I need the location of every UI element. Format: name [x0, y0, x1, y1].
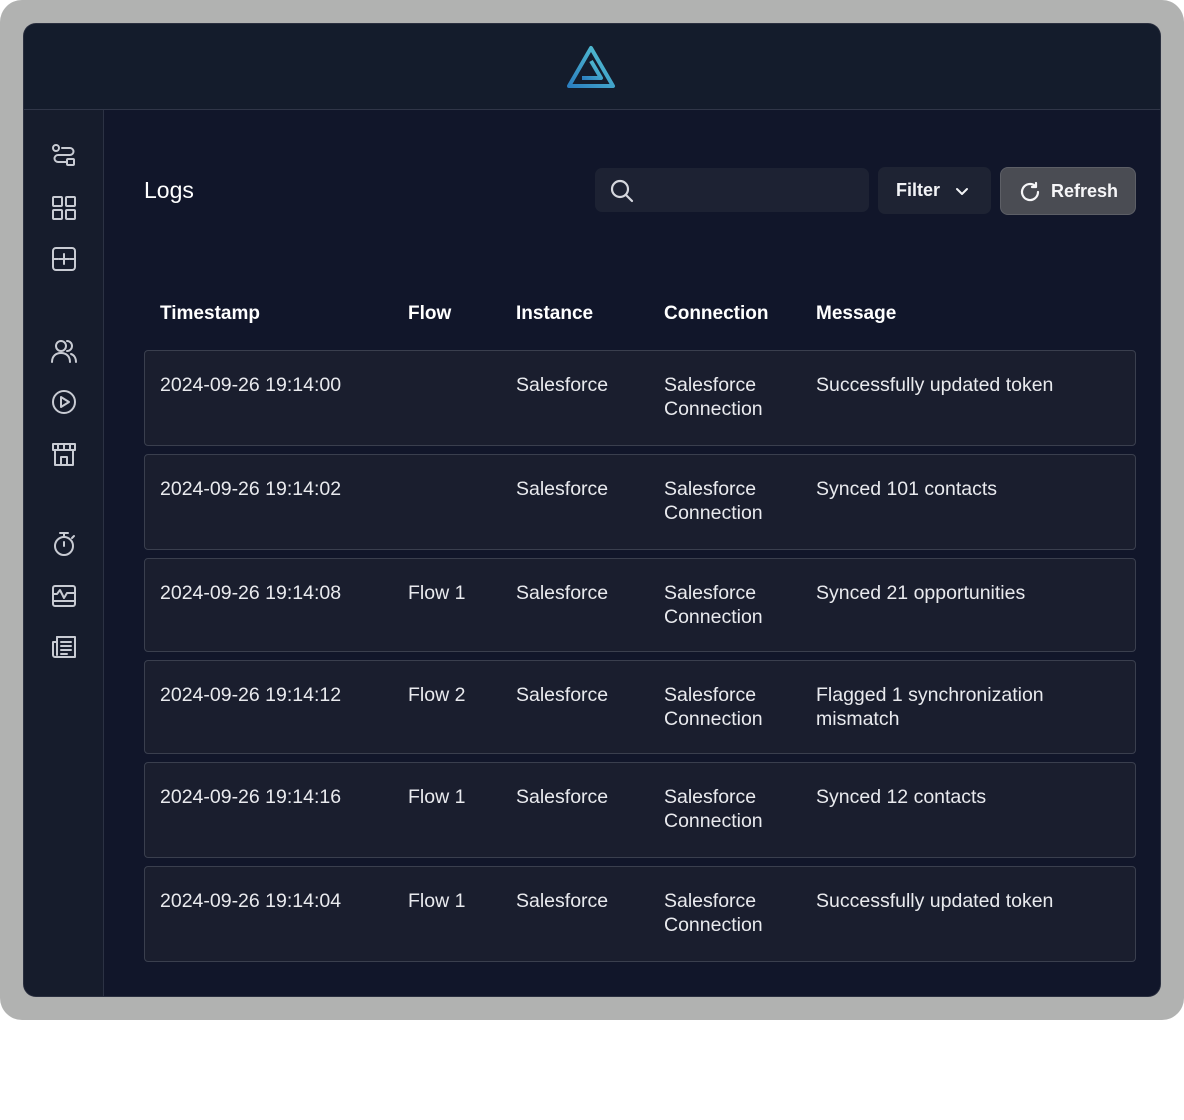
app-window: Logs Filter Refresh Timestamp Flow Insta…	[24, 24, 1160, 996]
cell-connection: Salesforce Connection	[664, 581, 763, 629]
column-header-connection[interactable]: Connection	[664, 303, 769, 325]
refresh-icon	[1020, 181, 1040, 202]
cell-flow: Flow 2	[408, 684, 466, 706]
cell-message: Successfully updated token	[816, 373, 1053, 397]
cell-connection-line: Connection	[664, 708, 763, 730]
cell-message-line: mismatch	[816, 708, 900, 730]
device-frame: Logs Filter Refresh Timestamp Flow Insta…	[0, 0, 1184, 1020]
cell-message-line: Synced 101 contacts	[816, 478, 998, 500]
page-title: Logs	[144, 177, 194, 203]
cell-connection-line: Connection	[664, 810, 763, 832]
sidebar-item-integrations[interactable]	[49, 244, 79, 274]
cell-message-line: Synced 21 opportunities	[816, 582, 1026, 604]
stopwatch-icon	[54, 532, 75, 556]
cell-message-line: Flagged 1 synchronization	[816, 684, 1044, 706]
cell-connection-line: Connection	[664, 914, 763, 936]
cell-connection-line: Connection	[664, 502, 763, 524]
column-header-instance[interactable]: Instance	[516, 303, 593, 325]
cell-message-line: Successfully updated token	[816, 374, 1054, 396]
sidebar-item-marketplace[interactable]	[49, 439, 79, 469]
table-row[interactable]: 2024-09-26 19:14:16 Flow 1 Salesforce Sa…	[144, 762, 1136, 858]
cell-timestamp: 2024-09-26 19:14:02	[160, 478, 342, 500]
cell-flow: Flow 1	[408, 786, 466, 808]
cell-flow: Flow 1	[408, 582, 466, 604]
sidebar-item-dashboard[interactable]	[49, 193, 79, 223]
cell-connection-line: Salesforce	[664, 786, 757, 808]
refresh-label: Refresh	[1051, 181, 1119, 201]
refresh-button[interactable]: Refresh	[1000, 167, 1136, 215]
cell-connection: Salesforce Connection	[664, 373, 763, 421]
add-integration-icon	[52, 247, 76, 271]
cell-connection: Salesforce Connection	[664, 683, 763, 731]
customers-icon	[51, 340, 77, 363]
filter-dropdown-button[interactable]: Filter	[878, 167, 991, 214]
flows-icon	[52, 144, 75, 166]
cell-message-line: Successfully updated token	[816, 890, 1054, 912]
logs-newspaper-icon	[52, 636, 76, 658]
sidebar-item-flows[interactable]	[49, 141, 79, 171]
column-header-message[interactable]: Message	[816, 303, 896, 325]
cell-instance: Salesforce	[516, 374, 609, 396]
column-header-flow[interactable]: Flow	[408, 303, 451, 325]
search-box[interactable]	[595, 168, 869, 214]
cell-timestamp: 2024-09-26 19:14:04	[160, 890, 342, 912]
cell-connection: Salesforce Connection	[664, 889, 763, 937]
main-content: Logs Filter Refresh Timestamp Flow Insta…	[104, 110, 1160, 996]
cell-message: Successfully updated token	[816, 889, 1053, 913]
column-header-timestamp[interactable]: Timestamp	[160, 303, 260, 325]
cell-instance: Salesforce	[516, 478, 609, 500]
cell-instance: Salesforce	[516, 582, 609, 604]
sidebar-item-scheduling[interactable]	[49, 529, 79, 559]
dashboard-grid-icon	[52, 196, 76, 220]
sidebar-item-monitoring[interactable]	[49, 581, 79, 611]
top-bar	[24, 24, 1160, 110]
cell-instance: Salesforce	[516, 890, 609, 912]
sidebar-item-logs[interactable]	[49, 632, 79, 662]
sidebar-item-customers[interactable]	[49, 336, 79, 366]
cell-connection-line: Salesforce	[664, 890, 757, 912]
cell-connection-line: Salesforce	[664, 582, 757, 604]
play-circle-icon	[52, 390, 76, 414]
cell-connection: Salesforce Connection	[664, 477, 763, 525]
monitoring-chart-icon	[52, 585, 76, 607]
cell-connection-line: Salesforce	[664, 478, 757, 500]
sidebar-item-executions[interactable]	[49, 387, 79, 417]
cell-connection-line: Salesforce	[664, 374, 757, 396]
cell-timestamp: 2024-09-26 19:14:08	[160, 582, 342, 604]
cell-connection-line: Salesforce	[664, 684, 757, 706]
sidebar	[24, 110, 104, 996]
cell-connection-line: Connection	[664, 606, 763, 628]
cell-connection-line: Connection	[664, 398, 763, 420]
cell-timestamp: 2024-09-26 19:14:00	[160, 374, 342, 396]
cell-timestamp: 2024-09-26 19:14:16	[160, 786, 342, 808]
cell-instance: Salesforce	[516, 684, 609, 706]
cell-connection: Salesforce Connection	[664, 785, 763, 833]
table-row[interactable]: 2024-09-26 19:14:08 Flow 1 Salesforce Sa…	[144, 558, 1136, 652]
table-row[interactable]: 2024-09-26 19:14:00 Salesforce Salesforc…	[144, 350, 1136, 446]
cell-message: Synced 12 contacts	[816, 785, 986, 809]
cell-instance: Salesforce	[516, 786, 609, 808]
table-row[interactable]: 2024-09-26 19:14:12 Flow 2 Salesforce Sa…	[144, 660, 1136, 754]
cell-timestamp: 2024-09-26 19:14:12	[160, 684, 342, 706]
chevron-down-icon	[956, 188, 968, 195]
marketplace-store-icon	[52, 443, 76, 466]
filter-label: Filter	[896, 180, 941, 200]
cell-message: Synced 21 opportunities	[816, 581, 1025, 605]
table-row[interactable]: 2024-09-26 19:14:02 Salesforce Salesforc…	[144, 454, 1136, 550]
cell-message: Synced 101 contacts	[816, 477, 997, 501]
search-icon	[610, 179, 634, 203]
cell-message: Flagged 1 synchronization mismatch	[816, 683, 1044, 731]
cell-flow: Flow 1	[408, 890, 466, 912]
table-row[interactable]: 2024-09-26 19:14:04 Flow 1 Salesforce Sa…	[144, 866, 1136, 962]
triangle-logo-icon[interactable]	[565, 44, 617, 90]
search-input[interactable]	[647, 168, 861, 214]
cell-message-line: Synced 12 contacts	[816, 786, 987, 808]
